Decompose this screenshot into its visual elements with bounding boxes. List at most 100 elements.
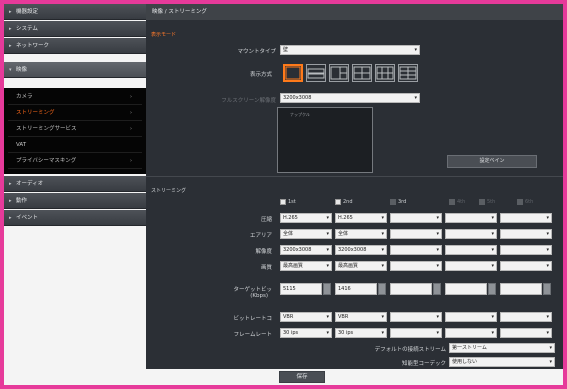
bitrate-control-label: ビットレートコ: [233, 316, 272, 322]
submenu-item-camera[interactable]: カメラ ›: [8, 90, 142, 105]
sidebar-item-device-settings[interactable]: ▸ 機器設定: [4, 4, 146, 20]
layout-grid-button[interactable]: [375, 64, 395, 82]
stream-3-bitrate-control-select[interactable]: ▾: [390, 312, 442, 322]
stream-1-bitrate-control-select[interactable]: VBR ▾: [280, 312, 332, 322]
stream-2-bitrate-stepper[interactable]: [378, 283, 386, 295]
chevron-right-icon: ›: [130, 126, 132, 132]
submenu-item-streaming-service[interactable]: ストリーミングサービス ›: [8, 122, 142, 137]
chevron-down-icon: ▾: [381, 247, 384, 253]
stream-1-checkbox[interactable]: [280, 199, 286, 205]
layout-panorama-button[interactable]: [306, 64, 326, 82]
stream-4-framerate-select[interactable]: ▾: [445, 328, 497, 338]
mount-type-select[interactable]: 壁 ▾: [280, 45, 420, 55]
stream-2-bitrate-input[interactable]: 1416: [335, 283, 377, 295]
chevron-down-icon: ▾: [436, 263, 439, 269]
stream-5-framerate-select[interactable]: ▾: [500, 328, 552, 338]
layout-quad-icon: [353, 66, 371, 80]
stream-4-checkbox[interactable]: [449, 199, 455, 205]
stream-1-quality-select[interactable]: 最高画質 ▾: [280, 261, 332, 271]
stream-5-area-select[interactable]: ▾: [500, 229, 552, 239]
setting-button[interactable]: 設定ベイン: [447, 155, 537, 168]
stream-5-quality-select[interactable]: ▾: [500, 261, 552, 271]
stream-3-framerate-select[interactable]: ▾: [390, 328, 442, 338]
stream-4-resolution-select[interactable]: ▾: [445, 245, 497, 255]
stream-1-bitrate-stepper[interactable]: [323, 283, 331, 295]
display-method-label: 表示方式: [249, 72, 272, 78]
stream-5-bitrate-stepper[interactable]: [543, 283, 551, 295]
chevron-down-icon: ▾: [491, 247, 494, 253]
stream-3-quality-select[interactable]: ▾: [390, 261, 442, 271]
display-mode-section-label: 表示モード: [151, 32, 177, 38]
stream-1-framerate-select[interactable]: 30 ips ▾: [280, 328, 332, 338]
stream-1-area-value: 全体: [283, 231, 294, 237]
stream-3-bitrate-stepper[interactable]: [433, 283, 441, 295]
stream-1-quality-value: 最高画質: [283, 263, 304, 269]
chevron-down-icon: ▾: [326, 215, 329, 221]
smart-codec-select[interactable]: 使用しない ▾: [449, 357, 555, 367]
stream-2-bitrate-control-select[interactable]: VBR ▾: [335, 312, 387, 322]
layout-single-icon: [285, 66, 301, 80]
chevron-down-icon: ▾: [436, 247, 439, 253]
submenu-item-privacy-masking[interactable]: プライバシーマスキング ›: [8, 154, 142, 169]
sidebar-item-video[interactable]: ▾ 映像: [4, 62, 146, 78]
default-stream-select[interactable]: 第一ストリーム ▾: [449, 343, 555, 353]
submenu-item-streaming[interactable]: ストリーミング ›: [8, 106, 142, 121]
stream-1-bitrate-input[interactable]: 5115: [280, 283, 322, 295]
stream-6-checkbox[interactable]: [517, 199, 523, 205]
stream-5-bitrate-control-select[interactable]: ▾: [500, 312, 552, 322]
stream-4-area-select[interactable]: ▾: [445, 229, 497, 239]
quality-label: 画質: [260, 265, 272, 271]
sidebar-item-motion[interactable]: ▸ 動作: [4, 193, 146, 209]
sidebar-item-audio[interactable]: ▸ オーディオ: [4, 176, 146, 192]
submenu-item-vat[interactable]: VAT: [8, 138, 142, 153]
stream-2-area-select[interactable]: 全体 ▾: [335, 229, 387, 239]
stream-4-bitrate-input[interactable]: [445, 283, 487, 295]
stream-2-codec-select[interactable]: H.265 ▾: [335, 213, 387, 223]
chevron-right-icon: ▸: [9, 9, 12, 15]
layout-split-button[interactable]: [329, 64, 349, 82]
smart-codec-value: 使用しない: [452, 359, 478, 365]
page-title: 映像 / ストリーミング: [146, 4, 563, 20]
sidebar-item-system[interactable]: ▸ システム: [4, 21, 146, 37]
stream-3-bitrate-input[interactable]: [390, 283, 432, 295]
save-button[interactable]: 保存: [279, 371, 325, 383]
stream-3-resolution-select[interactable]: ▾: [390, 245, 442, 255]
sidebar-item-network[interactable]: ▸ ネットワーク: [4, 38, 146, 54]
layout-single-button[interactable]: [283, 64, 303, 82]
chevron-right-icon: ›: [130, 158, 132, 164]
stream-5-bitrate-input[interactable]: [500, 283, 542, 295]
default-stream-label: デフォルトの接続ストリーム: [374, 347, 446, 353]
target-bitrate-label: ターゲットビッ: [233, 287, 272, 293]
stream-5-resolution-select[interactable]: ▾: [500, 245, 552, 255]
layout-panorama-icon: [307, 68, 325, 79]
stream-4-bitrate-control-select[interactable]: ▾: [445, 312, 497, 322]
sidebar-item-label: システム: [16, 26, 38, 32]
stream-4-quality-select[interactable]: ▾: [445, 261, 497, 271]
stream-2-resolution-select[interactable]: 3200x3008 ▾: [335, 245, 387, 255]
stream-1-resolution-select[interactable]: 3200x3008 ▾: [280, 245, 332, 255]
stream-2-checkbox[interactable]: [335, 199, 341, 205]
stream-2-quality-select[interactable]: 最高画質 ▾: [335, 261, 387, 271]
full-resolution-label: フルスクリーン解像度: [221, 98, 276, 104]
submenu-item-label: プライバシーマスキング: [16, 158, 77, 164]
stream-1-codec-select[interactable]: H.265 ▾: [280, 213, 332, 223]
stream-3-checkbox[interactable]: [390, 199, 396, 205]
stream-2-framerate-select[interactable]: 30 ips ▾: [335, 328, 387, 338]
stream-5-codec-select[interactable]: ▾: [500, 213, 552, 223]
layout-quad-button[interactable]: [352, 64, 372, 82]
stream-5-label: 5th: [487, 199, 496, 205]
stream-1-area-select[interactable]: 全体 ▾: [280, 229, 332, 239]
sidebar-item-event[interactable]: ▸ イベント: [4, 210, 146, 226]
stream-1-bitrate-control-value: VBR: [283, 314, 294, 320]
full-resolution-select[interactable]: 3200x3008 ▾: [280, 93, 420, 103]
layout-multi-button[interactable]: [398, 64, 418, 82]
stream-2-resolution-value: 3200x3008: [338, 247, 367, 253]
framerate-label: フレームレート: [233, 332, 272, 338]
stream-4-bitrate-stepper[interactable]: [488, 283, 496, 295]
chevron-down-icon: ▾: [491, 215, 494, 221]
stream-3-area-select[interactable]: ▾: [390, 229, 442, 239]
stream-4-codec-select[interactable]: ▾: [445, 213, 497, 223]
stream-3-codec-select[interactable]: ▾: [390, 213, 442, 223]
chevron-down-icon: ▾: [381, 330, 384, 336]
stream-5-checkbox[interactable]: [479, 199, 485, 205]
